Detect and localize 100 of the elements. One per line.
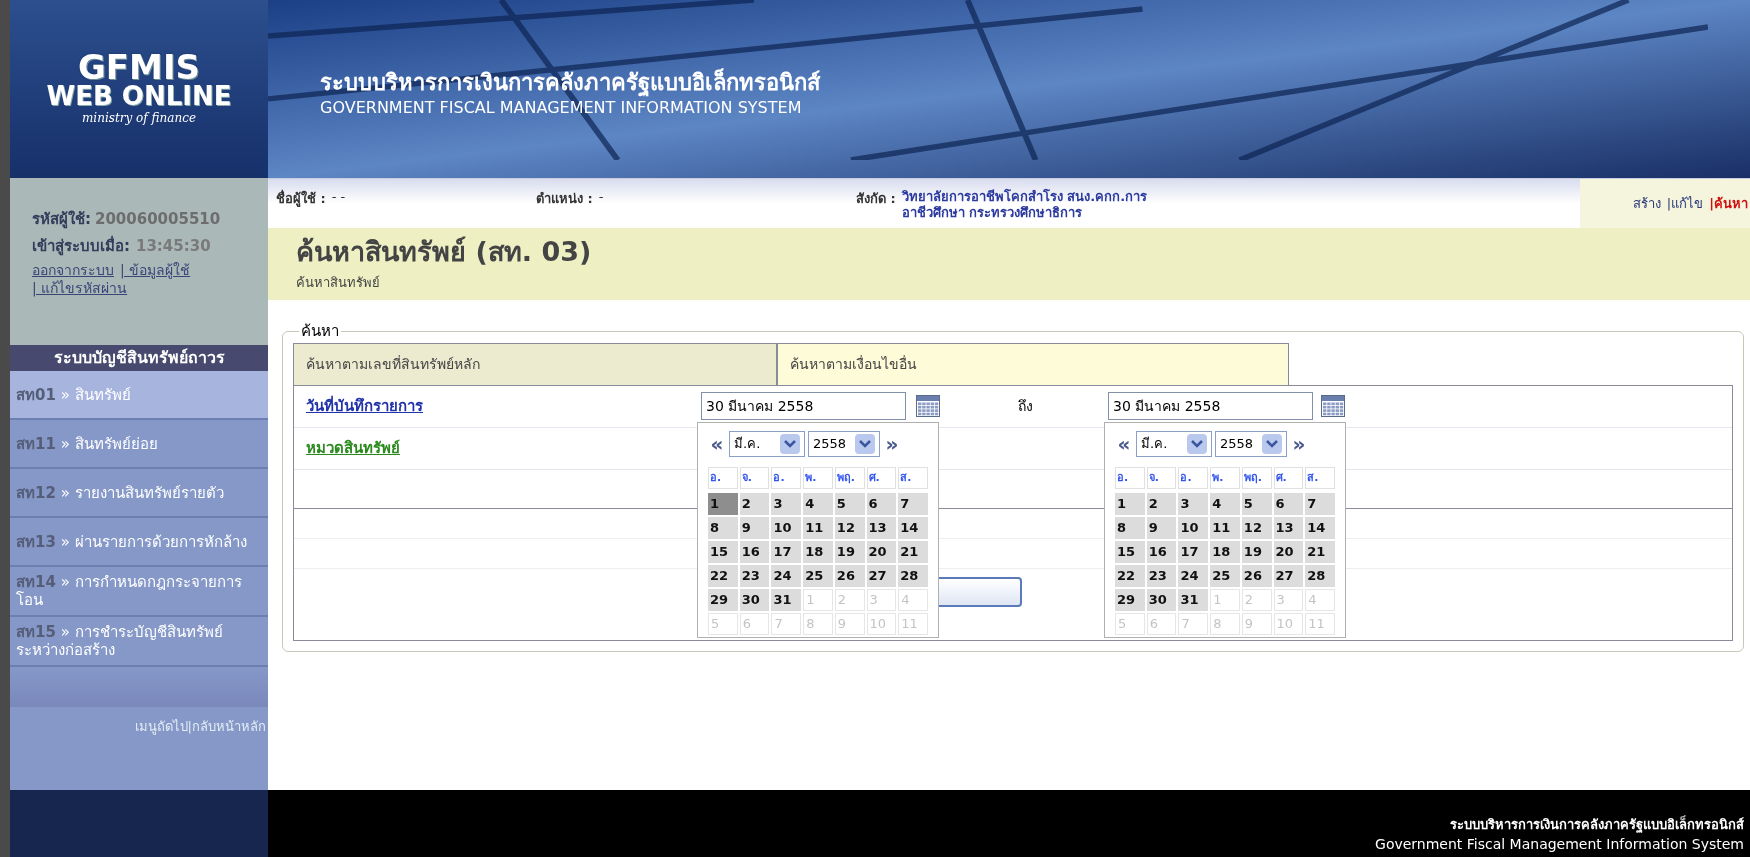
calendar-day[interactable]: 26	[1241, 565, 1272, 587]
calendar-day[interactable]: 2	[739, 493, 770, 515]
calendar-day[interactable]: 23	[739, 565, 770, 587]
next-month-button[interactable]: »	[883, 429, 901, 459]
calendar-day[interactable]: 3	[1178, 493, 1209, 515]
calendar-day[interactable]: 16	[1146, 541, 1177, 563]
calendar-icon[interactable]	[1321, 395, 1345, 417]
info-label: ตำแหน่ง :	[536, 189, 593, 208]
previous-month-button[interactable]: «	[1115, 429, 1133, 459]
calendar-day[interactable]: 20	[1273, 541, 1304, 563]
date-to-field[interactable]: 30 มีนาคม 2558	[1108, 392, 1313, 420]
calendar-day[interactable]: 31	[1178, 589, 1209, 611]
calendar-day[interactable]: 29	[708, 589, 738, 611]
calendar-day[interactable]: 17	[1178, 541, 1209, 563]
calendar-day[interactable]: 13	[866, 517, 897, 539]
calendar-day[interactable]: 12	[834, 517, 865, 539]
calendar-day[interactable]: 8	[1115, 517, 1145, 539]
calendar-day[interactable]: 31	[771, 589, 802, 611]
login-time: 13:45:30	[136, 235, 211, 257]
weekday-heading: จ.	[739, 467, 770, 489]
calendar-day[interactable]: 18	[803, 541, 833, 563]
dropdown-caret-icon[interactable]	[855, 434, 875, 454]
calendar-day[interactable]: 20	[866, 541, 897, 563]
calendar-day[interactable]: 7	[1305, 493, 1335, 515]
action-link[interactable]: สร้าง	[1632, 193, 1661, 214]
info-label: ชื่อผู้ใช้ :	[276, 188, 326, 208]
calendar-day[interactable]: 10	[771, 517, 802, 539]
calendar-day[interactable]: 11	[1210, 517, 1240, 539]
search-tab[interactable]: ค้นหาตามเงื่อนไขอื่น	[777, 342, 1289, 385]
calendar-day[interactable]: 25	[1210, 565, 1240, 587]
calendar-day[interactable]: 4	[803, 493, 833, 515]
search-tab[interactable]: ค้นหาตามเลขที่สินทรัพย์หลัก	[293, 342, 777, 385]
calendar-day[interactable]: 4	[1210, 493, 1240, 515]
calendar-day[interactable]: 9	[1146, 517, 1177, 539]
calendar-day[interactable]: 15	[1115, 541, 1145, 563]
logo-text: ministry of finance	[82, 110, 196, 127]
calendar-day[interactable]: 9	[739, 517, 770, 539]
calendar-day[interactable]: 15	[708, 541, 738, 563]
dropdown-caret-icon[interactable]	[780, 434, 800, 454]
calendar-day[interactable]: 21	[1305, 541, 1335, 563]
calendar-day[interactable]: 30	[739, 589, 770, 611]
calendar-day[interactable]: 27	[866, 565, 897, 587]
calendar-day[interactable]: 28	[898, 565, 928, 587]
calendar-day[interactable]: 12	[1241, 517, 1272, 539]
dropdown-caret-icon[interactable]	[1187, 434, 1207, 454]
dropdown-caret-icon[interactable]	[1262, 434, 1282, 454]
record-date-link[interactable]: วันที่บันทึกรายการ	[306, 394, 701, 418]
month-select[interactable]: มี.ค.	[1136, 431, 1212, 457]
action-link[interactable]: |แก้ไข	[1666, 193, 1704, 214]
calendar-day[interactable]: 30	[1146, 589, 1177, 611]
calendar-day[interactable]: 10	[1178, 517, 1209, 539]
calendar-day[interactable]: 22	[1115, 565, 1145, 587]
weekday-heading: พฤ.	[834, 467, 865, 489]
month-select[interactable]: มี.ค.	[729, 431, 805, 457]
calendar-day[interactable]: 29	[1115, 589, 1145, 611]
calendar-day[interactable]: 24	[1178, 565, 1209, 587]
calendar-day[interactable]: 25	[803, 565, 833, 587]
action-link[interactable]: |ค้นหา	[1709, 193, 1748, 214]
year-select[interactable]: 2558	[808, 431, 880, 457]
weekday-heading: พ.	[803, 467, 833, 489]
calendar-day[interactable]: 17	[771, 541, 802, 563]
calendar-day[interactable]: 3	[771, 493, 802, 515]
calendar-day[interactable]: 8	[708, 517, 738, 539]
user-link[interactable]: | ข้อมูลผู้ใช้	[120, 261, 191, 279]
calendar-day[interactable]: 16	[739, 541, 770, 563]
next-month-button[interactable]: »	[1290, 429, 1308, 459]
weekday-heading: ศ.	[866, 467, 897, 489]
calendar-day[interactable]: 19	[834, 541, 865, 563]
calendar-day[interactable]: 24	[771, 565, 802, 587]
calendar-day[interactable]: 5	[834, 493, 865, 515]
previous-month-button[interactable]: «	[708, 429, 726, 459]
calendar-day[interactable]: 14	[898, 517, 928, 539]
calendar-icon[interactable]	[916, 395, 940, 417]
weekday-heading: พ.	[1210, 467, 1240, 489]
calendar-day[interactable]: 22	[708, 565, 738, 587]
calendar-day[interactable]: 11	[803, 517, 833, 539]
calendar-day[interactable]: 5	[1241, 493, 1272, 515]
calendar-day[interactable]: 27	[1273, 565, 1304, 587]
calendar-day[interactable]: 14	[1305, 517, 1335, 539]
info-value: วิทยาลัยการอาชีพโคกสำโรง สนง.คกก.การ	[901, 188, 1148, 205]
info-label: สังกัด :	[856, 189, 896, 208]
date-from-field[interactable]: 30 มีนาคม 2558	[701, 392, 906, 420]
calendar-day[interactable]: 19	[1241, 541, 1272, 563]
calendar-day[interactable]: 2	[1146, 493, 1177, 515]
calendar-day[interactable]: 21	[898, 541, 928, 563]
calendar-day[interactable]: 28	[1305, 565, 1335, 587]
year-select[interactable]: 2558	[1215, 431, 1287, 457]
calendar-day[interactable]: 7	[898, 493, 928, 515]
calendar-day[interactable]: 1	[708, 493, 738, 515]
calendar-day[interactable]: 23	[1146, 565, 1177, 587]
asset-category-link[interactable]: หมวดสินทรัพย์	[306, 436, 701, 460]
calendar-day[interactable]: 1	[1115, 493, 1145, 515]
calendar-day[interactable]: 26	[834, 565, 865, 587]
calendar-day[interactable]: 6	[866, 493, 897, 515]
calendar-day[interactable]: 6	[1273, 493, 1304, 515]
user-link[interactable]: | แก้ไขรหัสผ่าน	[32, 279, 128, 297]
calendar-day[interactable]: 18	[1210, 541, 1240, 563]
weekday-heading: อ.	[708, 467, 738, 489]
calendar-day[interactable]: 13	[1273, 517, 1304, 539]
user-link[interactable]: ออกจากระบบ	[32, 261, 114, 279]
